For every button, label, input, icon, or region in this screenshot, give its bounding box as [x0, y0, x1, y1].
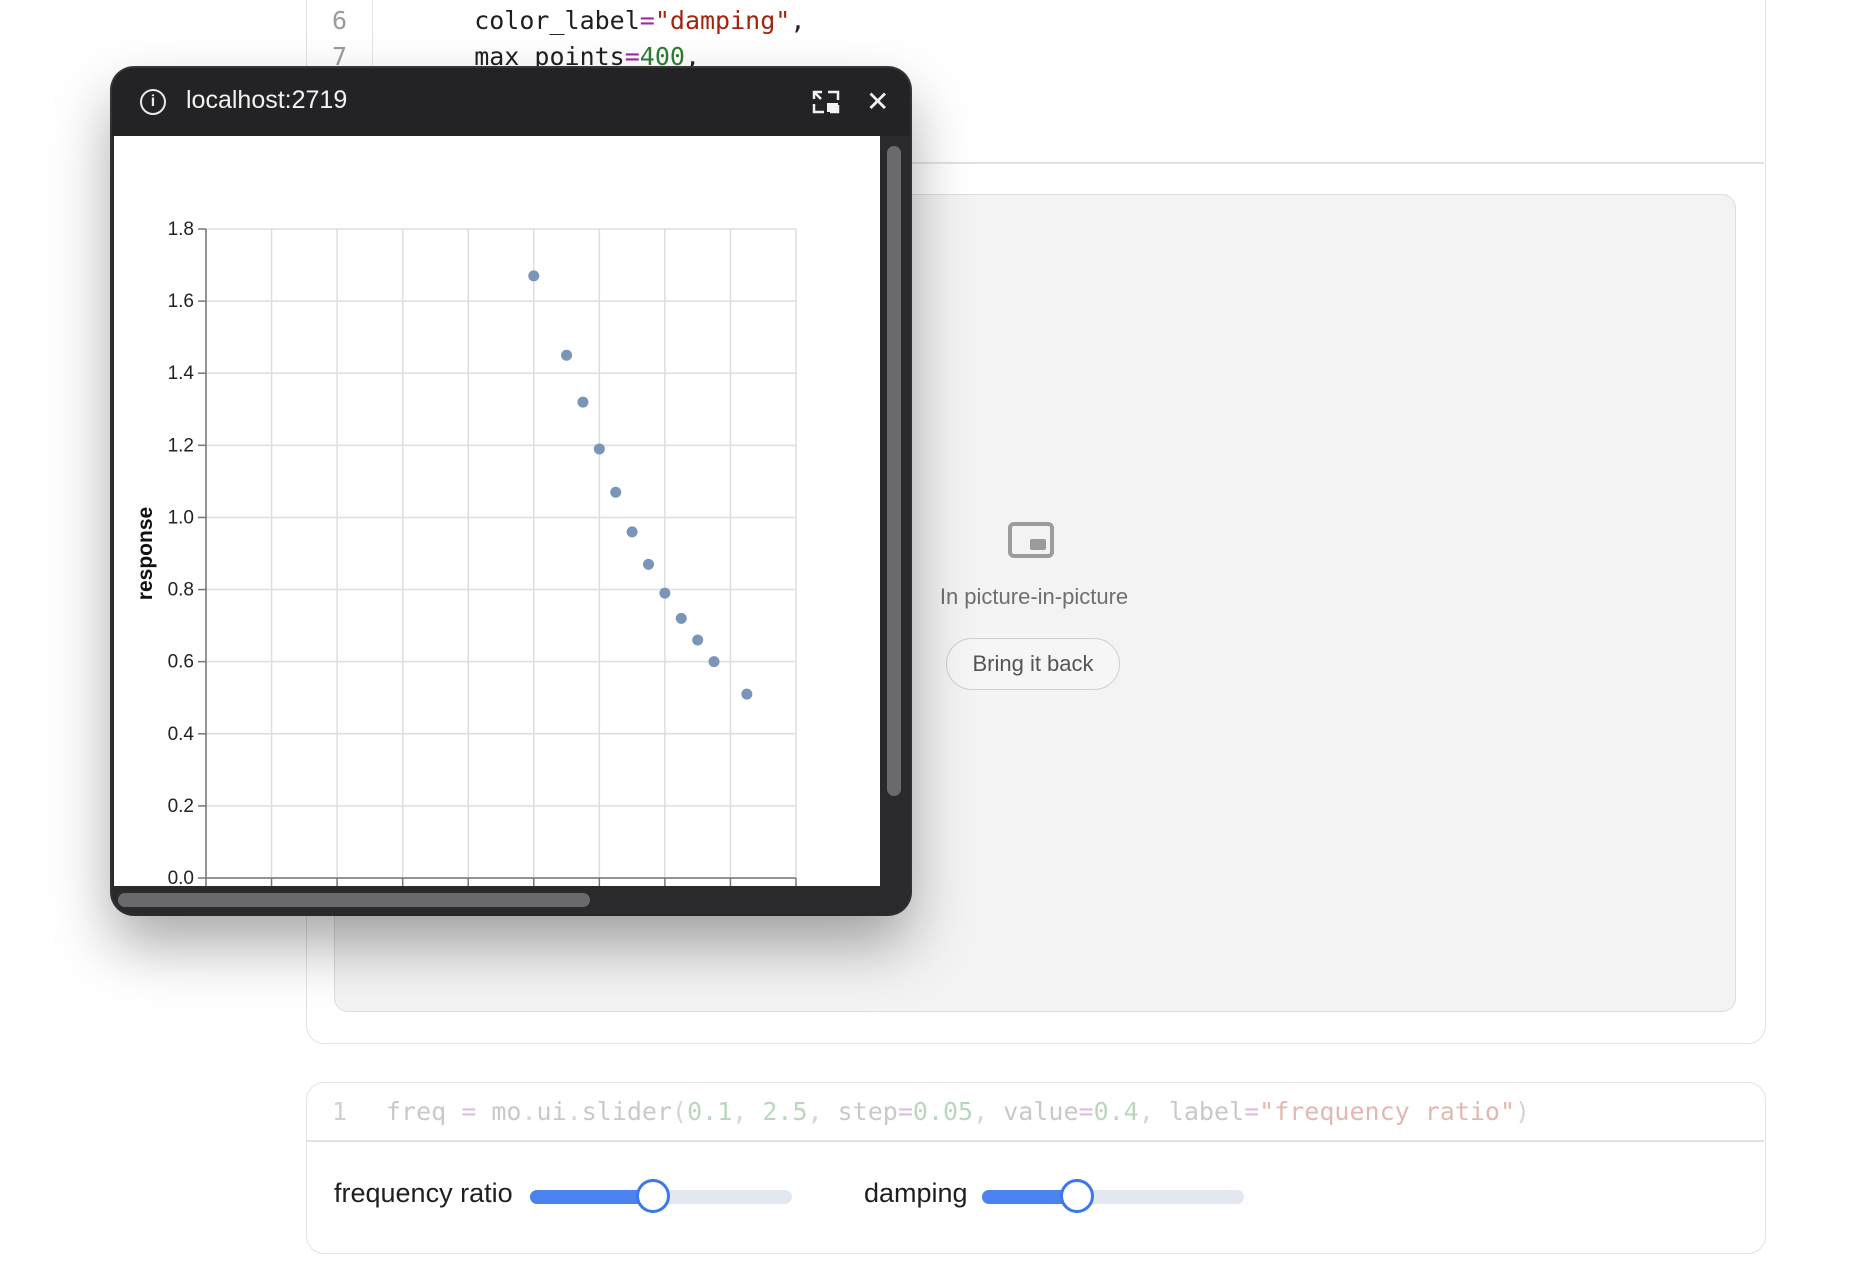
y-tick-label: 1.4: [168, 363, 195, 384]
slider-code-line[interactable]: freq = mo.ui.slider(0.1, 2.5, step=0.05,…: [386, 1097, 1530, 1126]
pip-status-text: In picture-in-picture: [939, 584, 1129, 609]
data-point: [643, 558, 654, 570]
y-axis-title: response: [134, 507, 157, 600]
code-token: ,: [732, 1097, 763, 1126]
code-token: 0.4: [1093, 1097, 1139, 1126]
code-token: ,: [973, 1097, 1004, 1126]
code-token: =: [1078, 1097, 1094, 1126]
frequency-ratio-label: frequency ratio: [334, 1178, 513, 1208]
close-icon[interactable]: ✕: [866, 88, 889, 116]
vertical-scrollbar[interactable]: [880, 136, 910, 886]
code-token: ,: [684, 42, 700, 71]
code-token: "damping": [654, 6, 791, 35]
damping-label: damping: [864, 1178, 968, 1208]
code-token: step: [837, 1097, 898, 1126]
code-token: ui: [536, 1097, 567, 1126]
y-tick-label: 1.0: [168, 507, 194, 528]
code-token: =: [624, 42, 640, 71]
data-point: [675, 612, 687, 624]
y-tick-label: 0.2: [168, 796, 194, 817]
expand-icon[interactable]: [812, 90, 840, 114]
frequency-ratio-slider[interactable]: [530, 1179, 792, 1213]
data-point: [561, 349, 573, 361]
picture-in-picture-icon: [1008, 522, 1054, 558]
horizontal-scroll-thumb[interactable]: [118, 893, 590, 907]
code-token: (: [672, 1097, 688, 1126]
data-point: [741, 688, 753, 700]
pip-window: i localhost:2719 ✕ 0.0 0.2 0.4 0.6 0.8 1.0 1.2…: [112, 68, 910, 914]
code-token: =: [461, 1097, 477, 1126]
code-token: 0.1: [687, 1097, 733, 1126]
code-token: =: [897, 1097, 913, 1126]
code-token: freq: [386, 1097, 462, 1126]
info-icon[interactable]: i: [140, 89, 166, 115]
data-point: [577, 396, 589, 408]
code-token: value: [1003, 1097, 1079, 1126]
horizontal-scrollbar[interactable]: [112, 886, 910, 914]
data-point: [659, 587, 671, 599]
code-token: .: [566, 1097, 582, 1126]
code-token: ,: [807, 1097, 838, 1126]
data-point: [708, 656, 720, 668]
slider-thumb[interactable]: [1059, 1179, 1094, 1213]
data-point: [610, 486, 622, 498]
code-token: ): [1515, 1097, 1531, 1126]
code-token: =: [1244, 1097, 1260, 1126]
scatter-chart: 0.00.20.40.60.81.01.21.41.61.80.00.20.40…: [134, 219, 797, 886]
code-token: 400: [639, 42, 685, 71]
y-tick-label: 1.6: [168, 291, 194, 312]
code-token: .: [521, 1097, 537, 1126]
code-token: color_label: [414, 6, 640, 35]
slider-thumb[interactable]: [636, 1179, 671, 1213]
y-tick-label: 0.4: [168, 724, 195, 745]
code-token: max_points: [414, 42, 625, 71]
y-tick-label: 0.6: [168, 652, 194, 673]
data-point: [528, 270, 540, 282]
slider-fill: [530, 1190, 651, 1204]
pip-content: 0.00.20.40.60.81.01.21.41.61.80.00.20.40…: [114, 136, 880, 886]
code-token: 0.05: [912, 1097, 974, 1126]
code-token: slider: [581, 1097, 673, 1126]
bring-it-back-button[interactable]: Bring it back: [946, 638, 1120, 690]
code-token: ,: [1138, 1097, 1169, 1126]
code-token: "frequency ratio": [1259, 1097, 1516, 1126]
cell-divider: [306, 1140, 1764, 1142]
pip-title: localhost:2719: [186, 86, 348, 114]
vertical-scroll-thumb[interactable]: [887, 146, 901, 796]
code-line-6[interactable]: color_label="damping",: [414, 6, 805, 35]
y-tick-label: 1.2: [168, 435, 194, 456]
line-number: 1: [332, 1097, 348, 1126]
code-token: =: [639, 6, 655, 35]
line-number: 6: [332, 6, 348, 35]
code-token: mo: [476, 1097, 522, 1126]
data-point: [692, 634, 704, 646]
code-token: 2.5: [762, 1097, 808, 1126]
code-token: ,: [790, 6, 806, 35]
pip-titlebar[interactable]: i localhost:2719 ✕: [112, 68, 910, 136]
code-token: label: [1168, 1097, 1245, 1126]
data-point: [593, 443, 605, 455]
damping-slider[interactable]: [982, 1179, 1244, 1213]
y-tick-label: 0.0: [168, 868, 194, 886]
y-tick-label: 1.8: [168, 219, 194, 240]
line-number: 7: [332, 42, 348, 71]
code-line-7[interactable]: max_points=400,: [414, 42, 700, 71]
y-tick-label: 0.8: [168, 580, 194, 601]
data-point: [626, 526, 638, 538]
